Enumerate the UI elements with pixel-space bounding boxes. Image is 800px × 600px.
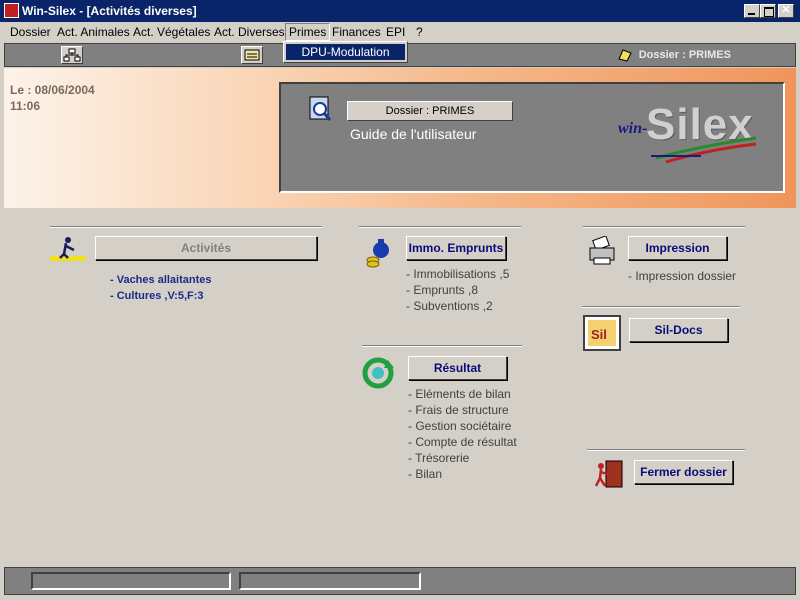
primes-dropdown: DPU-Modulation — [283, 41, 408, 63]
toolbar-folder-label: Dossier : PRIMES — [638, 49, 731, 61]
menu-act-diverses[interactable]: Act. Diverses — [214, 25, 285, 39]
impression-button[interactable]: Impression — [628, 236, 727, 260]
impression-rule — [583, 226, 745, 228]
app-icon[interactable] — [4, 3, 19, 18]
close-button[interactable]: ✕ — [778, 4, 794, 18]
resultat-item[interactable]: - Eléments de bilan — [408, 387, 511, 401]
money-bag-icon — [364, 236, 394, 268]
menu-primes[interactable]: Primes — [285, 23, 331, 41]
resultat-item[interactable]: - Compte de résultat — [408, 435, 517, 449]
minimize-icon — [748, 13, 755, 15]
resultat-item[interactable]: - Gestion sociétaire — [408, 419, 511, 433]
time-label: 11:06 — [10, 99, 41, 113]
status-panel-2 — [239, 572, 421, 590]
sildocs-rule — [582, 306, 740, 308]
dossier-button[interactable]: Dossier : PRIMES — [347, 101, 513, 121]
resultat-rule — [362, 345, 522, 347]
activites-rule — [50, 226, 322, 228]
maximize-button[interactable] — [760, 4, 776, 18]
menu-act-vegetales[interactable]: Act. Végétales — [133, 25, 210, 39]
maximize-icon — [764, 7, 774, 17]
close-icon: ✕ — [781, 4, 791, 16]
resultat-item[interactable]: - Frais de structure — [408, 403, 509, 417]
sildocs-button[interactable]: Sil-Docs — [629, 318, 728, 342]
activite-item[interactable]: - Cultures ,V:5,F:3 — [110, 290, 204, 302]
immo-item[interactable]: - Subventions ,2 — [406, 299, 493, 313]
logo-swoosh — [651, 136, 757, 164]
recycle-icon — [360, 356, 396, 390]
header-banner: Le : 08/06/2004 11:06 Dossier : PRIMES G… — [4, 68, 796, 208]
title-bar[interactable]: Win-Silex - [Activités diverses] ✕ — [0, 0, 800, 22]
worker-icon — [50, 234, 88, 262]
calculator-icon — [244, 49, 260, 61]
immo-rule — [359, 226, 521, 228]
network-tool-button[interactable] — [61, 46, 83, 64]
resultat-button[interactable]: Résultat — [408, 356, 507, 380]
resultat-item[interactable]: - Bilan — [408, 467, 442, 481]
printer-icon — [586, 235, 620, 268]
status-panel-1 — [31, 572, 231, 590]
menu-help[interactable]: ? — [416, 25, 423, 39]
guide-link[interactable]: Guide de l'utilisateur — [350, 126, 476, 142]
calculator-tool-button[interactable] — [241, 46, 263, 64]
exit-door-icon — [592, 458, 626, 490]
menu-bar: Dossier Act. Animales Act. Végétales Act… — [0, 22, 800, 42]
immo-emprunts-button[interactable]: Immo. Emprunts — [406, 236, 506, 260]
menu-act-animales[interactable]: Act. Animales — [57, 25, 130, 39]
fermer-dossier-button[interactable]: Fermer dossier — [634, 460, 733, 484]
folder-icon — [617, 47, 632, 62]
network-icon — [63, 48, 81, 62]
menu-epi[interactable]: EPI — [386, 25, 405, 39]
immo-item[interactable]: - Immobilisations ,5 — [406, 267, 509, 281]
info-panel: Dossier : PRIMES Guide de l'utilisateur … — [279, 82, 785, 193]
date-label: Le : 08/06/2004 — [10, 83, 95, 97]
svg-text:Sil: Sil — [591, 327, 607, 342]
menu-finances[interactable]: Finances — [332, 25, 381, 39]
status-bar — [4, 567, 796, 595]
guide-icon[interactable] — [305, 94, 335, 124]
activites-button[interactable]: Activités — [95, 236, 317, 260]
immo-item[interactable]: - Emprunts ,8 — [406, 283, 478, 297]
fermer-rule — [587, 449, 745, 451]
resultat-item[interactable]: - Trésorerie — [408, 451, 469, 465]
activite-item[interactable]: - Vaches allaitantes — [110, 274, 212, 286]
menu-item-dpu-modulation[interactable]: DPU-Modulation — [286, 44, 405, 60]
logo-win: win- — [618, 120, 648, 137]
minimize-button[interactable] — [744, 4, 760, 18]
impression-item[interactable]: - Impression dossier — [628, 269, 736, 283]
sildocs-icon: Sil — [583, 315, 621, 351]
menu-dossier[interactable]: Dossier — [10, 25, 51, 39]
window-title: Win-Silex - [Activités diverses] — [22, 4, 197, 18]
